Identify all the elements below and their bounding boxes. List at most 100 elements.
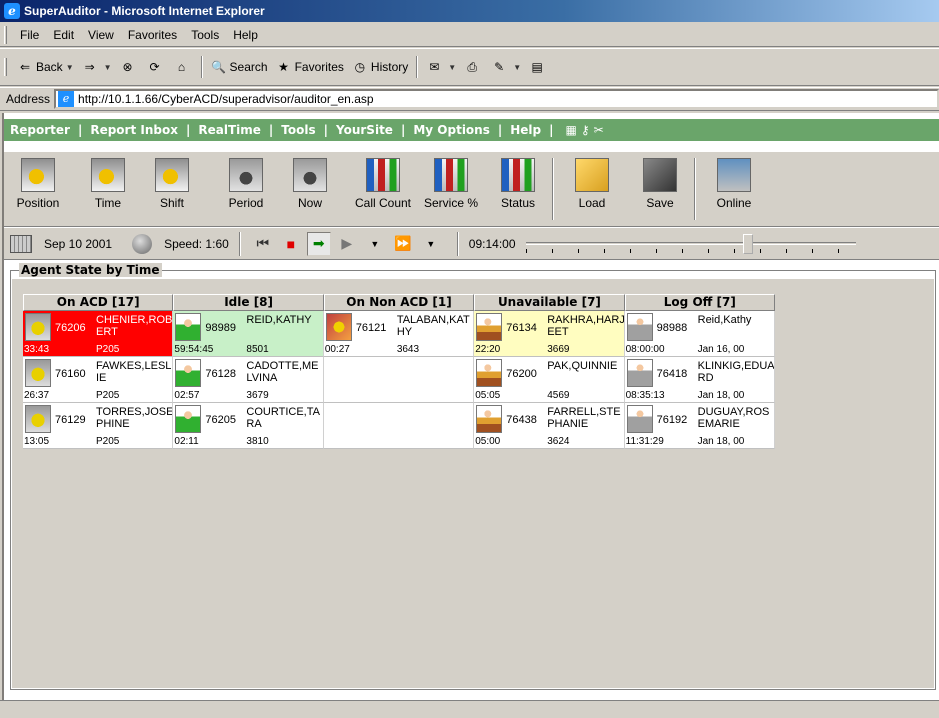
address-url[interactable]: http://10.1.1.66/CyberACD/superadvisor/a… bbox=[78, 92, 374, 106]
nav-help[interactable]: Help bbox=[510, 123, 541, 137]
nav-yoursite[interactable]: YourSite bbox=[336, 123, 393, 137]
save-button[interactable]: Save bbox=[628, 156, 692, 224]
time-button[interactable]: Time bbox=[76, 156, 140, 224]
fast-forward-dropdown-icon[interactable]: ▼ bbox=[419, 232, 443, 256]
mail-dropdown-icon[interactable]: ▼ bbox=[448, 63, 456, 72]
agent-cell[interactable]: 76200 PAK,QUINNIE 05:05 4569 bbox=[474, 357, 625, 403]
menu-help[interactable]: Help bbox=[226, 26, 265, 44]
nav-report-inbox[interactable]: Report Inbox bbox=[90, 123, 178, 137]
favorites-button[interactable]: ★ Favorites bbox=[272, 57, 348, 77]
menu-tools[interactable]: Tools bbox=[184, 26, 226, 44]
agent-extension: 76438 bbox=[506, 414, 537, 426]
play-button[interactable]: ➡ bbox=[306, 231, 331, 256]
nav-tools[interactable]: Tools bbox=[281, 123, 315, 137]
status-button[interactable]: Status bbox=[486, 156, 550, 224]
toolbar-separator bbox=[416, 56, 419, 78]
back-dropdown-icon[interactable]: ▼ bbox=[66, 63, 74, 72]
discuss-button[interactable]: ▤ bbox=[525, 57, 552, 77]
slider-thumb[interactable] bbox=[743, 233, 754, 254]
nav-reporter[interactable]: Reporter bbox=[10, 123, 70, 137]
agent-duration: 08:00:00 bbox=[625, 344, 665, 355]
menu-edit[interactable]: Edit bbox=[46, 26, 81, 44]
home-button[interactable]: ⌂ bbox=[170, 57, 197, 77]
playback-date: Sep 10 2001 bbox=[44, 236, 113, 251]
agent-cell[interactable]: 76121 TALABAN,KATHY 00:27 3643 bbox=[323, 311, 475, 357]
time-slider[interactable] bbox=[525, 232, 856, 256]
key-icon[interactable]: ⚷ bbox=[581, 123, 594, 137]
agent-cell[interactable]: 76438 FARRELL,STEPHANIE 05:00 3624 bbox=[474, 403, 625, 449]
time-icon bbox=[91, 158, 125, 192]
agent-cell[interactable]: 76160 FAWKES,LESLIE 26:37 P205 bbox=[23, 357, 174, 403]
agent-code: P205 bbox=[96, 436, 120, 447]
agent-row: 76206 CHENIER,ROBERT 33:43 P205 98989 REID,KA… bbox=[23, 311, 776, 357]
fast-forward-button[interactable]: ⏩ bbox=[391, 232, 415, 256]
agent-duration: 02:57 bbox=[174, 390, 200, 401]
web-page: Reporter | Report Inbox | RealTime | Too… bbox=[2, 113, 939, 718]
search-button[interactable]: 🔍 Search bbox=[207, 57, 272, 77]
agent-code: 3624 bbox=[547, 436, 570, 447]
edit-dropdown-icon[interactable]: ▼ bbox=[513, 63, 521, 72]
nav-realtime[interactable]: RealTime bbox=[198, 123, 261, 137]
service-percent-button[interactable]: Service % bbox=[416, 156, 486, 224]
top-nav: Reporter | Report Inbox | RealTime | Too… bbox=[4, 119, 939, 141]
calendar-icon[interactable] bbox=[10, 234, 32, 253]
edit-button[interactable]: ✎ ▼ bbox=[487, 57, 525, 77]
agent-cell[interactable]: 76134 RAKHRA,HARJEET 22:20 3669 bbox=[474, 311, 625, 357]
history-icon: ◷ bbox=[354, 60, 366, 74]
agent-cell[interactable]: 98989 REID,KATHY 59:54:45 8501 bbox=[173, 311, 324, 357]
forward-button[interactable]: ⇒ ▼ bbox=[78, 57, 116, 77]
agent-cell[interactable]: 76129 TORRES,JOSEPHINE 13:05 P205 bbox=[23, 403, 174, 449]
stop-button[interactable]: ⊗ bbox=[116, 57, 143, 77]
menu-favorites[interactable]: Favorites bbox=[121, 26, 184, 44]
column-on-acd[interactable]: On ACD [17] bbox=[23, 294, 174, 311]
column-log-off[interactable]: Log Off [7] bbox=[624, 294, 776, 311]
logout-icon[interactable]: ✂ bbox=[594, 123, 608, 137]
step-dropdown-icon[interactable]: ▼ bbox=[363, 232, 387, 256]
agent-name: CADOTTE,MELVINA bbox=[246, 360, 319, 384]
nav-quick-icons[interactable]: ▦⚷✂ bbox=[566, 123, 608, 137]
column-on-non-acd[interactable]: On Non ACD [1] bbox=[323, 294, 475, 311]
nav-my-options[interactable]: My Options bbox=[413, 123, 490, 137]
menu-view[interactable]: View bbox=[81, 26, 121, 44]
org-chart-icon[interactable]: ▦ bbox=[566, 123, 581, 137]
agent-cell[interactable]: 98988 Reid,Kathy 08:00:00 Jan 16, 00 bbox=[624, 311, 776, 357]
agent-cell[interactable]: 76206 CHENIER,ROBERT 33:43 P205 bbox=[23, 311, 174, 357]
print-button[interactable]: ⎙ bbox=[460, 57, 487, 77]
grid-rows: 76206 CHENIER,ROBERT 33:43 P205 98989 REID,KA… bbox=[23, 311, 776, 449]
period-button[interactable]: Period bbox=[214, 156, 278, 224]
agent-details: 08:35:13 Jan 18, 00 bbox=[625, 389, 774, 402]
agent-extension: 76128 bbox=[205, 368, 236, 380]
page-icon: e bbox=[58, 91, 75, 107]
position-button[interactable]: Position bbox=[6, 156, 70, 224]
online-button[interactable]: Online bbox=[702, 156, 766, 224]
forward-dropdown-icon[interactable]: ▼ bbox=[104, 63, 112, 72]
call-count-button[interactable]: Call Count bbox=[348, 156, 418, 224]
agent-code: Jan 16, 00 bbox=[697, 344, 745, 355]
address-bar: Address e http://10.1.1.66/CyberACD/supe… bbox=[0, 87, 939, 111]
step-forward-button[interactable]: ▶ bbox=[335, 232, 359, 256]
speed-knob-icon[interactable] bbox=[132, 233, 153, 254]
shift-button[interactable]: Shift bbox=[140, 156, 204, 224]
forward-arrow-icon: ⇒ bbox=[84, 60, 95, 74]
agent-details: 05:05 4569 bbox=[474, 389, 623, 402]
status-bar bbox=[0, 700, 939, 718]
load-button[interactable]: Load bbox=[560, 156, 624, 224]
menu-grip bbox=[4, 25, 7, 44]
agent-cell[interactable]: 76205 COURTICE,TARA 02:11 3810 bbox=[173, 403, 324, 449]
refresh-button[interactable]: ⟳ bbox=[143, 57, 170, 77]
mail-button[interactable]: ✉ ▼ bbox=[422, 57, 460, 77]
now-button[interactable]: Now bbox=[278, 156, 342, 224]
column-idle[interactable]: Idle [8] bbox=[173, 294, 324, 311]
agent-cell[interactable]: 76418 KLINKIG,EDUARD 08:35:13 Jan 18, 00 bbox=[624, 357, 776, 403]
address-input[interactable]: e http://10.1.1.66/CyberACD/superadvisor… bbox=[54, 89, 939, 109]
menu-file[interactable]: File bbox=[13, 26, 46, 44]
agent-cell[interactable]: 76128 CADOTTE,MELVINA 02:57 3679 bbox=[173, 357, 324, 403]
rewind-button[interactable]: ⏮ bbox=[251, 232, 275, 256]
column-unavailable[interactable]: Unavailable [7] bbox=[474, 294, 625, 311]
agent-duration: 02:11 bbox=[174, 436, 199, 447]
agent-cell[interactable]: 76192 DUGUAY,ROSEMARIE 11:31:29 Jan 18, 00 bbox=[624, 403, 776, 449]
history-button[interactable]: ◷ History bbox=[348, 57, 412, 77]
call-count-icon bbox=[366, 158, 400, 192]
back-button[interactable]: ⇐ Back ▼ bbox=[13, 57, 78, 77]
stop-playback-button[interactable]: ■ bbox=[279, 232, 303, 256]
